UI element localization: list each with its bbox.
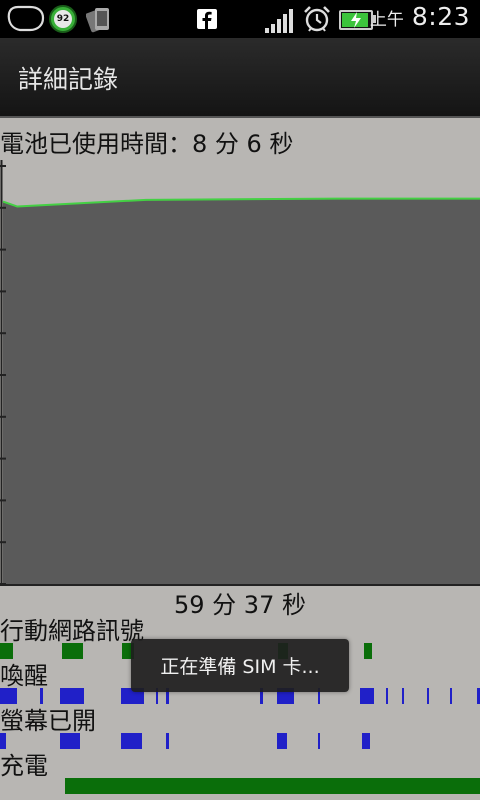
screen-on-track xyxy=(0,733,480,749)
track-segment xyxy=(318,733,320,749)
status-bar: 92 上午 8:23 xyxy=(0,0,480,38)
toast-text: 正在準備 SIM 卡... xyxy=(160,656,320,678)
page-title: 詳細記錄 xyxy=(18,65,119,94)
sim-toast: 正在準備 SIM 卡... xyxy=(131,639,349,692)
track-segment xyxy=(402,688,404,704)
track-segment xyxy=(121,733,142,749)
track-segment xyxy=(62,643,83,659)
signal-bars-icon xyxy=(265,9,293,33)
battery-ring-value: 92 xyxy=(56,14,70,24)
title-bar: 詳細記錄 xyxy=(0,38,480,118)
charging-track xyxy=(0,778,480,794)
wake-label: 喚醒 xyxy=(0,662,48,690)
alarm-clock-icon xyxy=(304,6,330,32)
screenshot-icon xyxy=(86,8,109,33)
track-segment xyxy=(277,733,287,749)
battery-used-time: 電池已使用時間：8 分 6 秒 xyxy=(0,130,294,158)
battery-history-graph xyxy=(0,160,480,586)
track-segment xyxy=(166,733,169,749)
status-clock: 上午 8:23 xyxy=(370,2,470,36)
track-segment xyxy=(427,688,429,704)
screen-on-label: 螢幕已開 xyxy=(0,707,96,735)
chat-bubble-icon xyxy=(7,5,45,32)
track-segment xyxy=(360,688,374,704)
track-segment xyxy=(60,733,80,749)
clock-time: 8:23 xyxy=(411,2,470,31)
track-segment xyxy=(450,688,452,704)
track-segment xyxy=(364,643,372,659)
track-segment xyxy=(386,688,388,704)
clock-ampm: 上午 xyxy=(369,10,404,30)
charging-label: 充電 xyxy=(0,752,48,780)
track-segment xyxy=(362,733,370,749)
graph-area-fill xyxy=(3,198,480,584)
battery-ring-icon: 92 xyxy=(49,5,77,33)
facebook-icon xyxy=(197,9,217,30)
track-segment xyxy=(65,778,480,794)
mobile-signal-label: 行動網路訊號 xyxy=(0,617,144,645)
